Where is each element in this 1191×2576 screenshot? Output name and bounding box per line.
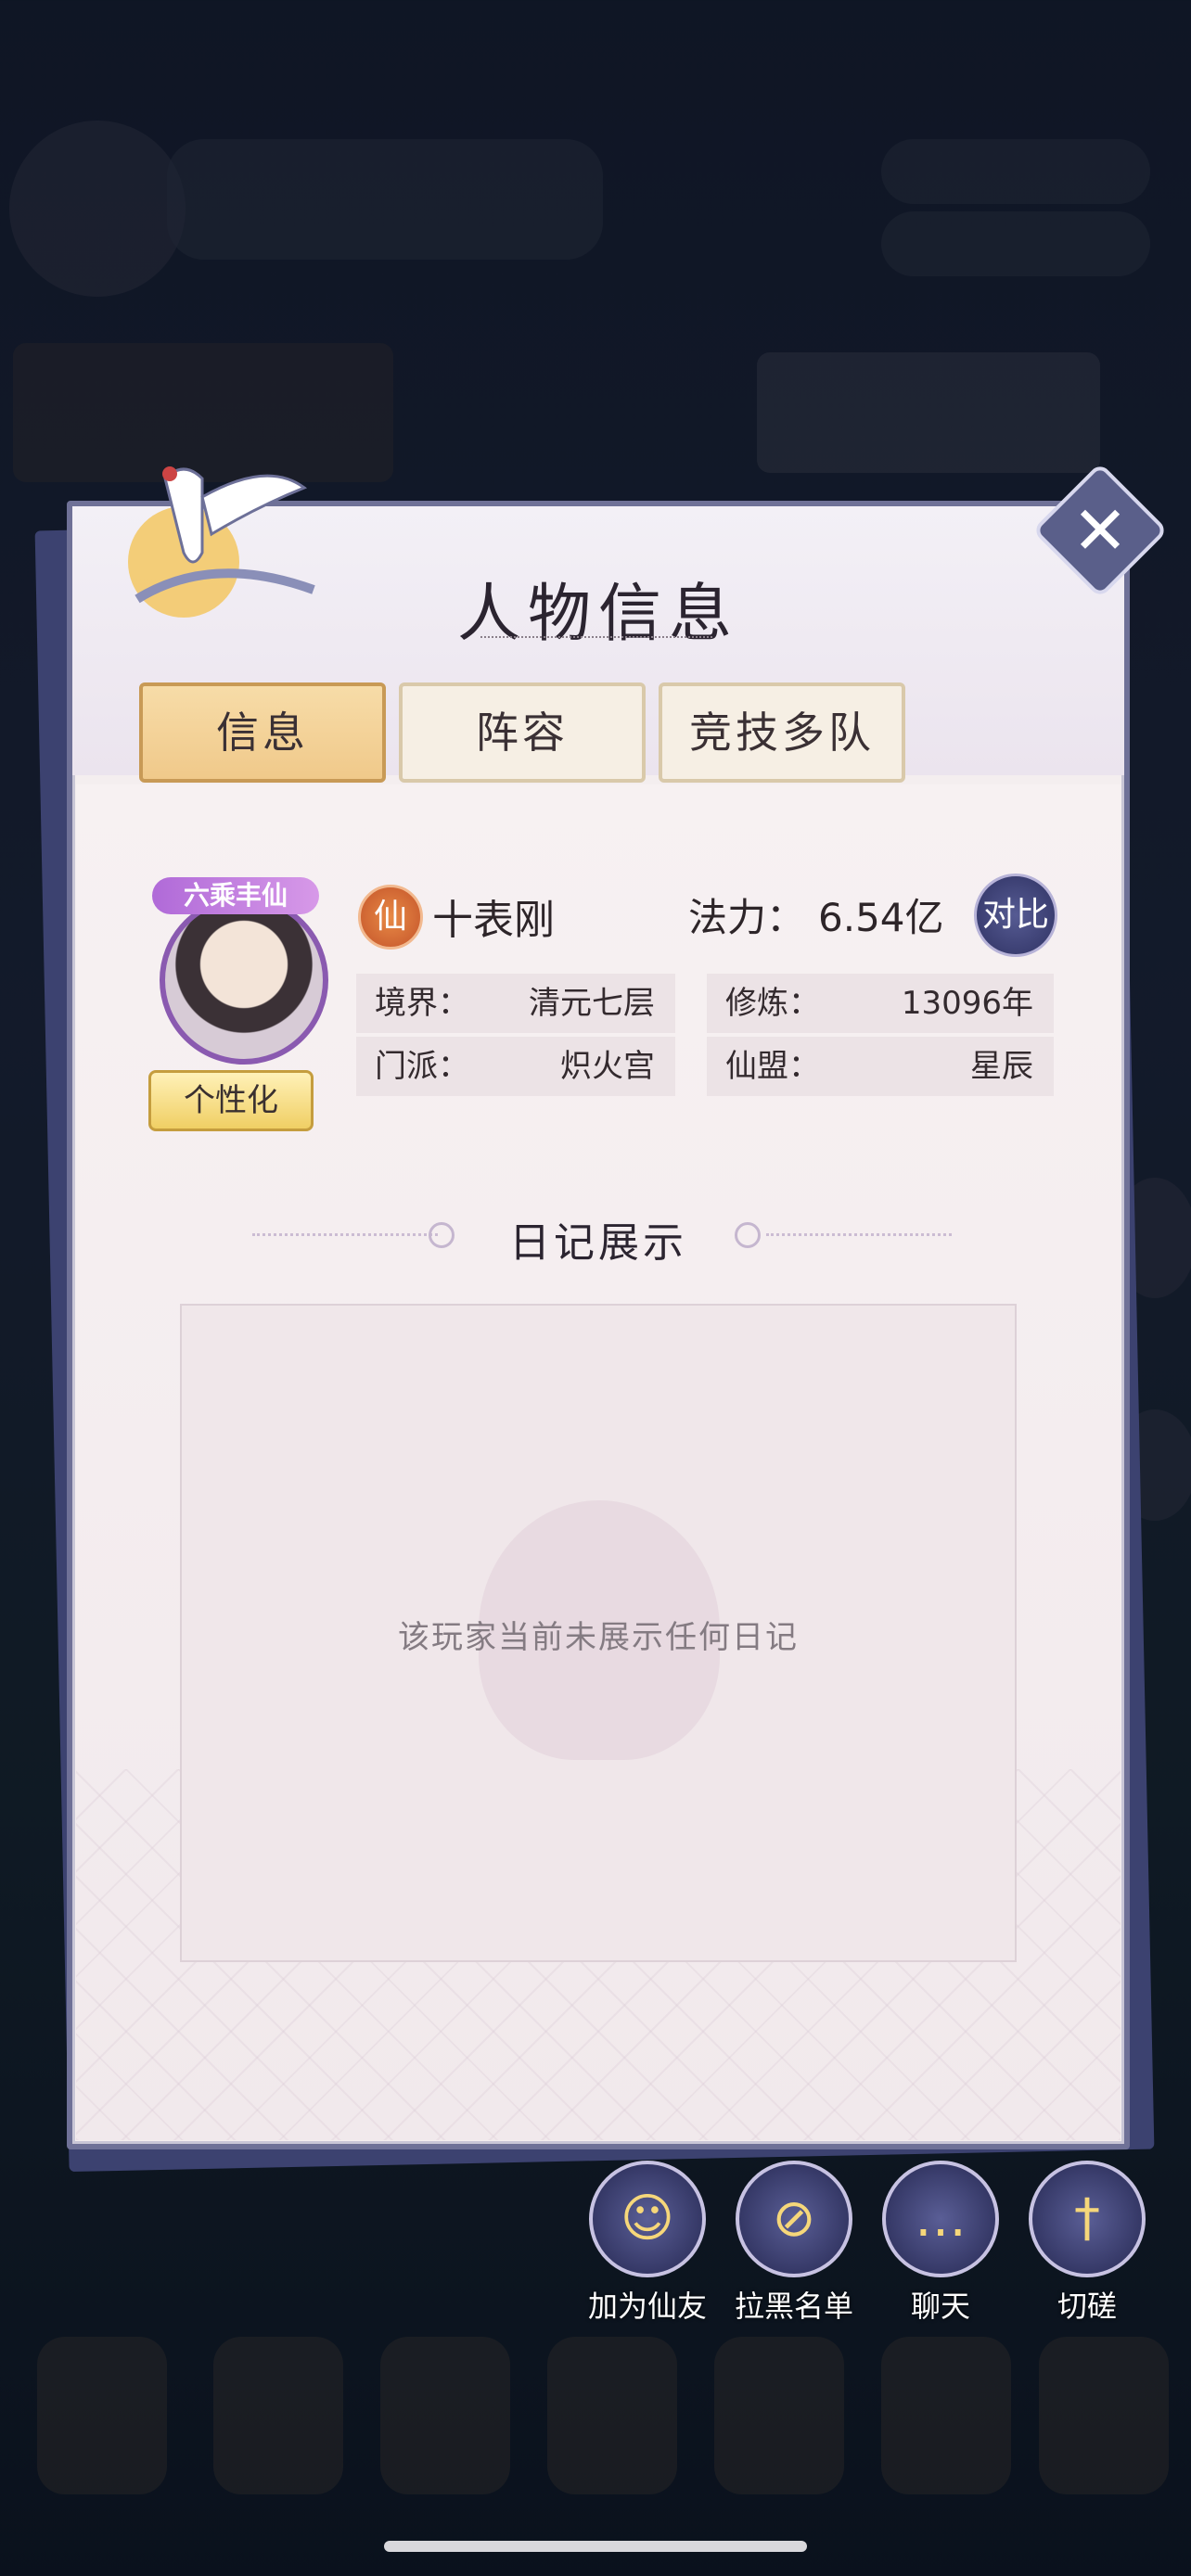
stat-alliance: 仙盟： 星辰 [707,1037,1054,1096]
close-icon: ✕ [1071,491,1129,569]
diary-display-area: 该玩家当前未展示任何日记 [180,1304,1017,1962]
rank-icon: 仙 [358,885,423,950]
add-friend-label: 加为仙友 [587,2289,707,2324]
stat-realm-label: 境界： [375,985,469,1022]
diary-section-title: 日记展示 [509,1219,687,1267]
stat-sect: 门派： 炽火宫 [356,1037,675,1096]
stat-cultivation-value: 13096年 [901,985,1033,1022]
chat-label: 聊天 [910,2289,970,2324]
stat-alliance-value: 星辰 [970,1048,1033,1085]
stat-cultivation-label: 修炼： [725,985,820,1022]
spar-label: 切磋 [1057,2289,1117,2324]
tab-info[interactable]: 信息 [139,682,386,783]
compare-button[interactable]: 对比 [974,874,1057,957]
add-friend-icon: ☺ [620,2188,675,2249]
spar-button[interactable]: † 切磋 [1022,2161,1152,2326]
stat-realm: 境界： 清元七层 [356,974,675,1033]
avatar [160,896,328,1065]
tab-lineup[interactable]: 阵容 [399,682,646,783]
character-info-dialog: 人物信息 信息 阵容 竞技多队 六乘丰仙 个性化 仙 十表刚 法力： 6.54亿… [67,466,1130,2149]
stat-alliance-label: 仙盟： [725,1048,820,1085]
chat-button[interactable]: … 聊天 [876,2161,1005,2326]
add-friend-button[interactable]: ☺ 加为仙友 [583,2161,712,2326]
title-ornament [480,636,712,644]
dialog-content: 六乘丰仙 个性化 仙 十表刚 法力： 6.54亿 对比 境界： 清元七层 修炼：… [76,784,1121,2140]
sword-icon: † [1074,2188,1100,2249]
block-user-icon: ⊘ [772,2188,816,2249]
player-name: 十表刚 [432,897,555,944]
stat-cultivation: 修炼： 13096年 [707,974,1054,1033]
diary-empty-message: 该玩家当前未展示任何日记 [398,1619,799,1656]
stat-sect-value: 炽火宫 [560,1048,655,1085]
avatar-title-badge: 六乘丰仙 [152,877,319,914]
section-ornament-dot-right [735,1222,761,1248]
block-user-button[interactable]: ⊘ 拉黑名单 [729,2161,859,2326]
tab-arena-teams[interactable]: 竞技多队 [659,682,905,783]
power-label: 法力： [688,895,806,940]
section-ornament-right [766,1233,952,1240]
player-avatar-frame[interactable]: 六乘丰仙 [143,877,328,1065]
stat-realm-value: 清元七层 [529,985,655,1022]
chat-icon: … [915,2188,967,2249]
home-indicator[interactable] [384,2541,807,2552]
customize-button[interactable]: 个性化 [148,1070,314,1131]
block-user-label: 拉黑名单 [734,2289,853,2324]
power-value: 6.54亿 [818,895,944,940]
stat-sect-label: 门派： [375,1048,469,1085]
